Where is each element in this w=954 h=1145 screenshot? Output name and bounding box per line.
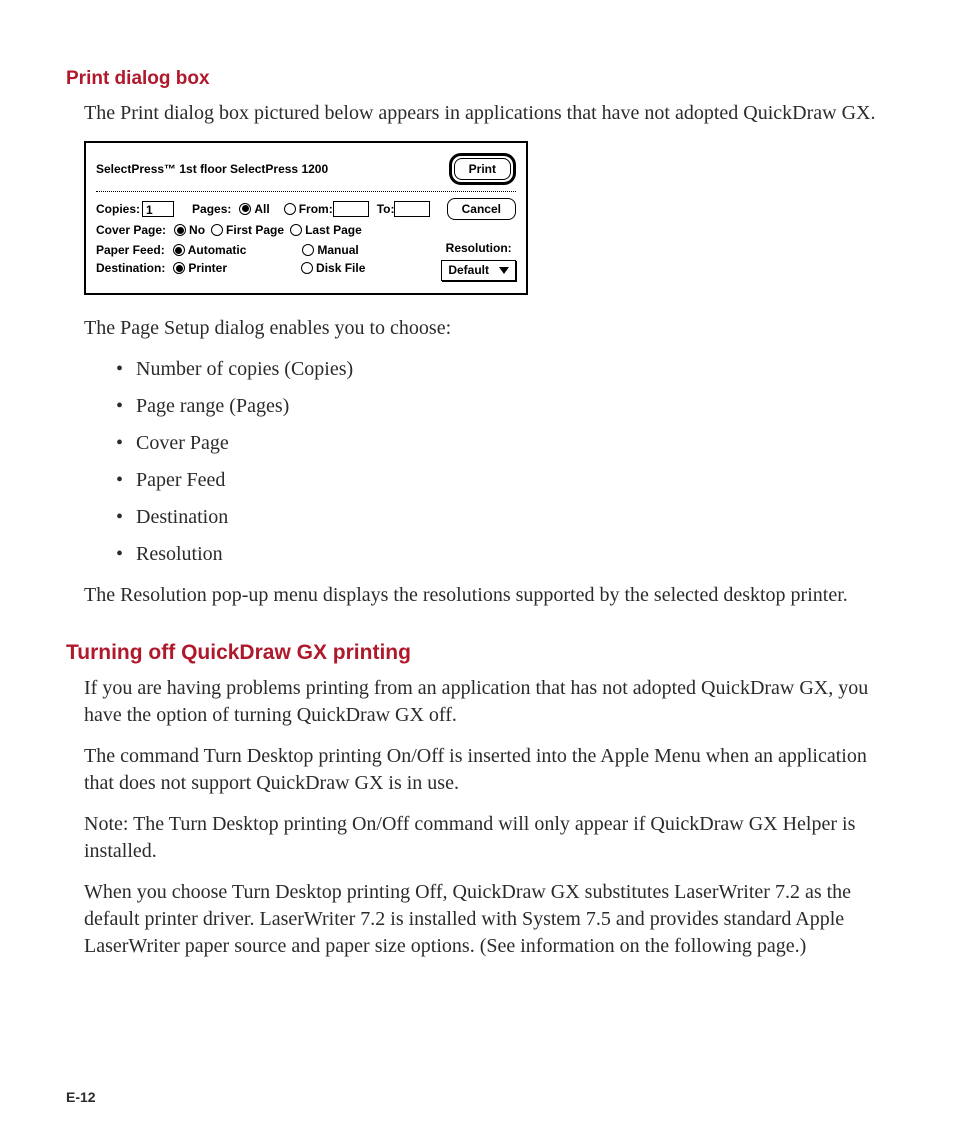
dest-label: Destination: [96, 260, 165, 276]
para-turnoff2: The command Turn Desktop printing On/Off… [84, 743, 888, 797]
feed-manual-text: Manual [317, 242, 358, 258]
pages-to-input[interactable] [394, 201, 430, 217]
feed-auto-radio[interactable] [173, 244, 185, 256]
chevron-down-icon [499, 267, 509, 274]
options-list: Number of copies (Copies) Page range (Pa… [106, 356, 888, 568]
resolution-label: Resolution: [446, 240, 512, 256]
pages-from-text: From: [299, 201, 333, 217]
para-turnoff4: When you choose Turn Desktop printing Of… [84, 879, 888, 960]
heading-turning-off: Turning off QuickDraw GX printing [66, 639, 888, 667]
cancel-button[interactable]: Cancel [447, 198, 516, 220]
list-item: Paper Feed [106, 467, 888, 494]
list-item: Destination [106, 504, 888, 531]
pages-all-text: All [254, 201, 269, 217]
cover-first-text: First Page [226, 222, 284, 238]
pages-from-input[interactable] [333, 201, 369, 217]
resolution-value: Default [448, 262, 489, 278]
print-button-label: Print [454, 158, 511, 180]
page-number: E-12 [66, 1088, 96, 1107]
resolution-popup[interactable]: Default [441, 260, 516, 280]
dest-printer-radio[interactable] [173, 262, 185, 274]
copies-input[interactable]: 1 [142, 201, 174, 217]
para-turnoff1: If you are having problems printing from… [84, 675, 888, 729]
pages-from-radio[interactable] [284, 203, 296, 215]
para-intro: The Print dialog box pictured below appe… [84, 100, 888, 127]
cover-first-radio[interactable] [211, 224, 223, 236]
dest-printer-text: Printer [188, 260, 227, 276]
pages-to-text: To: [377, 201, 395, 217]
feed-auto-text: Automatic [188, 242, 247, 258]
list-item: Resolution [106, 541, 888, 568]
dest-disk-text: Disk File [316, 260, 365, 276]
cover-last-text: Last Page [305, 222, 362, 238]
print-button[interactable]: Print [449, 153, 516, 185]
heading-print-dialog: Print dialog box [66, 66, 888, 92]
list-item: Cover Page [106, 430, 888, 457]
list-item: Number of copies (Copies) [106, 356, 888, 383]
cover-last-radio[interactable] [290, 224, 302, 236]
para-turnoff3: Note: The Turn Desktop printing On/Off c… [84, 811, 888, 865]
cover-label: Cover Page: [96, 222, 166, 238]
dialog-title: SelectPress™ 1st floor SelectPress 1200 [96, 161, 449, 177]
print-dialog-figure: SelectPress™ 1st floor SelectPress 1200 … [84, 141, 888, 295]
cover-no-text: No [189, 222, 205, 238]
cover-no-radio[interactable] [174, 224, 186, 236]
pages-all-radio[interactable] [239, 203, 251, 215]
list-item: Page range (Pages) [106, 393, 888, 420]
dest-disk-radio[interactable] [301, 262, 313, 274]
para-resolution: The Resolution pop-up menu displays the … [84, 582, 888, 609]
para-enables: The Page Setup dialog enables you to cho… [84, 315, 888, 342]
feed-manual-radio[interactable] [302, 244, 314, 256]
print-dialog: SelectPress™ 1st floor SelectPress 1200 … [84, 141, 528, 295]
pages-label: Pages: [192, 201, 231, 217]
feed-label: Paper Feed: [96, 242, 165, 258]
copies-label: Copies: [96, 201, 140, 217]
